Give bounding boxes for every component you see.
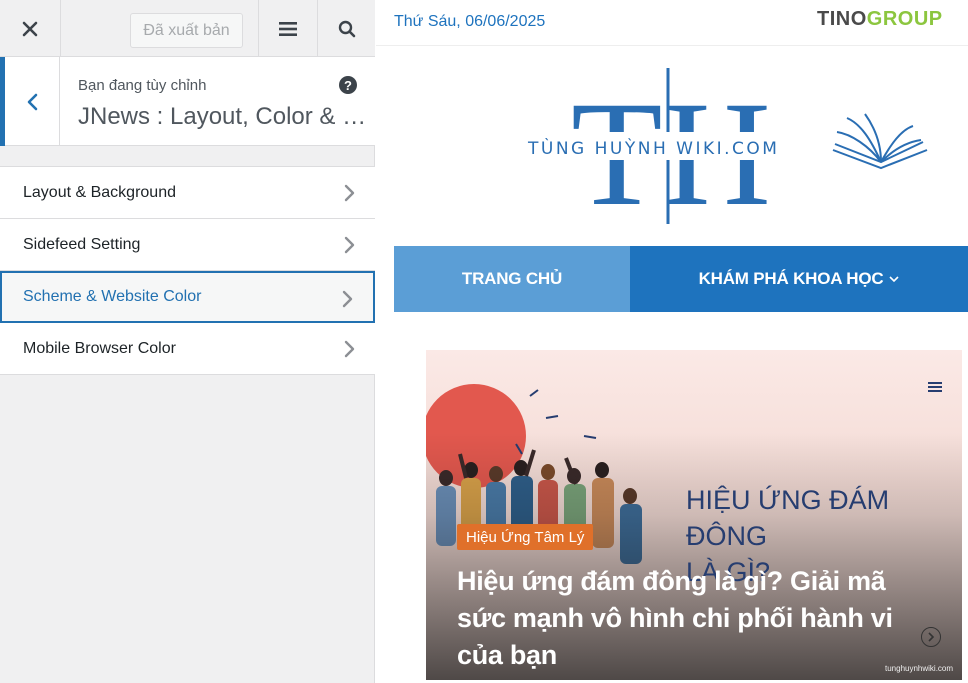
- section-title: JNews : Layout, Color & Scheme: [78, 103, 368, 130]
- section-header: Bạn đang tùy chỉnh JNews : Layout, Color…: [0, 57, 375, 146]
- chevron-down-icon: [889, 276, 899, 283]
- sponsor-logo[interactable]: TINOGROUP: [817, 8, 943, 31]
- close-button[interactable]: [0, 0, 61, 57]
- nav-item-label: KHÁM PHÁ KHOA HỌC: [698, 269, 884, 288]
- customizer-sidebar: Đã xuất bản Bạn đang tùy chỉnh JNews : L…: [0, 0, 375, 683]
- main-nav: TRANG CHỦ KHÁM PHÁ KHOA HỌC: [394, 246, 968, 312]
- panel-item-label: Layout & Background: [23, 183, 176, 201]
- panel-item-label: Sidefeed Setting: [23, 235, 141, 253]
- image-watermark: tunghuynhwiki.com: [885, 664, 954, 673]
- chevron-right-icon: [342, 290, 353, 308]
- nav-item-home[interactable]: TRANG CHỦ: [394, 246, 630, 312]
- book-icon: [832, 113, 928, 170]
- chevron-right-icon: [344, 184, 355, 202]
- current-date: Thứ Sáu, 06/06/2025: [394, 13, 546, 30]
- panel-item-layout-background[interactable]: Layout & Background: [0, 167, 375, 219]
- search-button[interactable]: [318, 0, 375, 57]
- panel-item-label: Mobile Browser Color: [23, 339, 176, 357]
- site-logo-graphic: TH TÙNG HUỲNH WIKI.COM: [524, 68, 928, 229]
- back-button[interactable]: [0, 57, 60, 146]
- menu-icon: [279, 21, 297, 36]
- logo-text: TÙNG HUỲNH WIKI.COM: [527, 137, 779, 159]
- chevron-left-icon: [27, 93, 38, 110]
- chevron-right-icon: [344, 340, 355, 358]
- top-bar: Thứ Sáu, 06/06/2025 TINOGROUP: [376, 0, 968, 46]
- panel-item-sidefeed-setting[interactable]: Sidefeed Setting: [0, 219, 375, 271]
- hero-heading-line-1: HIỆU ỨNG ĐÁM ĐÔNG: [686, 485, 890, 551]
- hero-menu-icon: [928, 382, 942, 394]
- close-icon: [22, 21, 38, 36]
- panel-item-label: Scheme & Website Color: [23, 288, 202, 305]
- search-icon: [338, 20, 355, 37]
- site-preview: Thứ Sáu, 06/06/2025 TINOGROUP TH TÙNG HU…: [376, 0, 968, 683]
- brand-part-2: GROUP: [866, 8, 943, 30]
- featured-post[interactable]: HIỆU ỨNG ĐÁM ĐÔNG LÀ GÌ? Hiệu Ứng Tâm Lý…: [426, 350, 962, 680]
- site-logo[interactable]: TH TÙNG HUỲNH WIKI.COM: [376, 46, 968, 246]
- nav-item-explore-science[interactable]: KHÁM PHÁ KHOA HỌC: [630, 246, 968, 312]
- panel-item-mobile-browser-color[interactable]: Mobile Browser Color: [0, 323, 375, 375]
- help-icon[interactable]: ?: [339, 76, 357, 94]
- next-slide-button[interactable]: [921, 627, 941, 647]
- section-subtitle: Bạn đang tùy chỉnh: [78, 77, 207, 94]
- panel-item-scheme-website-color[interactable]: Scheme & Website Color: [0, 271, 375, 323]
- menu-button[interactable]: [258, 0, 318, 57]
- chevron-right-icon: [344, 236, 355, 254]
- panel-list: Layout & Background Sidefeed Setting Sch…: [0, 166, 375, 375]
- customizer-topbar: Đã xuất bản: [0, 0, 375, 57]
- chevron-right-icon: [928, 632, 935, 642]
- post-title[interactable]: Hiệu ứng đám đông là gì? Giải mã sức mạn…: [457, 563, 927, 674]
- category-badge[interactable]: Hiệu Ứng Tâm Lý: [457, 524, 594, 550]
- brand-part-1: TINO: [817, 8, 867, 30]
- published-button[interactable]: Đã xuất bản: [130, 13, 243, 48]
